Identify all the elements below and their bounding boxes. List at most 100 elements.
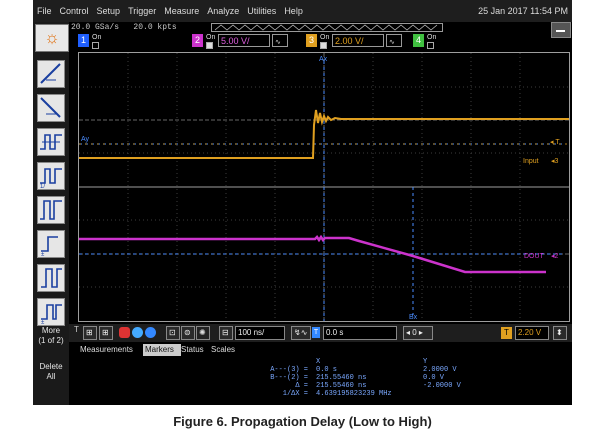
- delete-all-button[interactable]: Delete All: [33, 362, 69, 382]
- window-minimize-button[interactable]: [551, 22, 571, 38]
- falling-edge-trigger-icon[interactable]: [37, 94, 65, 122]
- pattern-trigger-icon[interactable]: ±: [37, 298, 65, 326]
- delete-all-label: All: [46, 372, 56, 381]
- delete-label: Delete: [39, 362, 63, 371]
- delay-stepper[interactable]: ◂ 0 ▸: [403, 326, 433, 340]
- waveform-mode-icon[interactable]: ↯∿: [291, 326, 311, 340]
- setup-hold-trigger-icon[interactable]: [37, 196, 65, 224]
- channel-2-state: On: [206, 34, 216, 41]
- channel-2-coupling-icon[interactable]: ∿: [272, 34, 288, 47]
- figure-caption: Figure 6. Propagation Delay (Low to High…: [173, 414, 432, 429]
- autoscale-button[interactable]: ⊡: [166, 326, 180, 340]
- channel-1-checkbox[interactable]: [92, 42, 99, 49]
- waveform-svg: Ay Ax Bx Input ◂3 DOUT ◂2 ◂ T: [79, 53, 569, 321]
- trigger-level[interactable]: 2.20 V: [515, 326, 549, 340]
- trigger-sidebar: ☼ 1/ ± ± More (1 of 2) Delete All: [33, 22, 69, 405]
- channel-4-number: 4: [413, 34, 424, 47]
- waveform-display[interactable]: Ay Ax Bx Input ◂3 DOUT ◂2 ◂ T: [78, 52, 570, 322]
- marker-b-label: B---(2) =: [270, 374, 308, 382]
- channel-3-number: 3: [306, 34, 317, 47]
- trigger-marker-label: T: [555, 139, 560, 146]
- marker-b-x: 215.55460 ns: [316, 374, 367, 382]
- ay-label: Ay: [81, 136, 90, 143]
- tab-scales[interactable]: Scales: [209, 344, 241, 356]
- marker-b-y: 0.0 V: [423, 374, 445, 382]
- timebase-adjust-button[interactable]: ⊟: [219, 326, 233, 340]
- channel-1-state: On: [92, 34, 102, 41]
- menu-utilities[interactable]: Utilities: [243, 0, 280, 22]
- brightness-icon[interactable]: ✺: [196, 326, 210, 340]
- window-trigger-icon[interactable]: [37, 264, 65, 292]
- dout-channel-number: 2: [555, 253, 559, 260]
- menu-control[interactable]: Control: [56, 0, 93, 22]
- delay-indicator-icon: T: [312, 327, 320, 338]
- brightness-button[interactable]: ☼: [35, 24, 69, 52]
- memory-depth: 20.0 kpts: [133, 23, 177, 32]
- marker-a-label: A---(3) =: [270, 366, 308, 374]
- channel-4-checkbox[interactable]: [427, 42, 434, 49]
- marker-delta-y: -2.0000 V: [423, 382, 461, 390]
- menu-file[interactable]: File: [33, 0, 56, 22]
- marker-inverse-delta-x: 4.639195823239 MHz: [316, 390, 392, 398]
- markers-header: X Y: [78, 358, 572, 366]
- more-button[interactable]: More (1 of 2): [33, 326, 69, 346]
- marker-a-y: 2.0000 V: [423, 366, 457, 374]
- svg-text:±: ±: [41, 320, 45, 325]
- info-tabs: Measurements Markers Status Scales: [78, 344, 572, 356]
- channel-2-checkbox[interactable]: [206, 42, 213, 49]
- menu-analyze[interactable]: Analyze: [203, 0, 243, 22]
- menu-measure[interactable]: Measure: [160, 0, 203, 22]
- sample-rate: 20.0 GSa/s: [71, 23, 120, 32]
- channel-2-scale[interactable]: 5.00 V/: [218, 34, 270, 47]
- trigger-channel-badge: T: [501, 327, 512, 339]
- stop-button[interactable]: [119, 327, 130, 338]
- dout-channel-marker: ◂2: [551, 253, 559, 260]
- channel-3-checkbox[interactable]: [320, 42, 327, 49]
- pulse-width-trigger-icon[interactable]: [37, 128, 65, 156]
- trigger-level-stepper[interactable]: ⬍: [553, 326, 567, 340]
- menu-trigger[interactable]: Trigger: [124, 0, 160, 22]
- run-mode-t-label: T: [74, 325, 79, 334]
- menu-setup[interactable]: Setup: [93, 0, 125, 22]
- tab-measurements[interactable]: Measurements: [78, 344, 145, 356]
- marker-delta-x: 215.55460 ns: [316, 382, 367, 390]
- channel-3-state: On: [320, 34, 330, 41]
- input-label: Input: [523, 158, 539, 165]
- tab-markers[interactable]: Markers: [143, 344, 181, 356]
- ax-label: Ax: [319, 56, 328, 63]
- marker-row-inverse-delta: 1/ΔX = 4.639195823239 MHz: [78, 390, 572, 398]
- marker-inverse-delta-label: 1/ΔX =: [282, 390, 308, 398]
- date-time: 25 Jan 2017 11:54 PM: [478, 6, 568, 16]
- acquisition-info: 20.0 GSa/s 20.0 kpts: [71, 22, 177, 33]
- tab-status[interactable]: Status: [179, 344, 211, 356]
- input-channel-marker: ◂3: [551, 158, 559, 165]
- input-channel-number: 3: [555, 158, 559, 165]
- more-label: More: [41, 326, 61, 335]
- channel-3-scale[interactable]: 2.00 V/: [332, 34, 384, 47]
- run-button[interactable]: [145, 327, 156, 338]
- zoom-grid-button[interactable]: ⊞: [83, 326, 97, 340]
- single-button[interactable]: [132, 327, 143, 338]
- menu-help[interactable]: Help: [280, 0, 307, 22]
- transition-trigger-icon[interactable]: ±: [37, 230, 65, 258]
- channel-1-number: 1: [78, 34, 89, 47]
- sun-icon: ☼: [44, 28, 60, 47]
- marker-delta-label: Δ =: [295, 382, 308, 390]
- runt-trigger-icon[interactable]: 1/: [37, 162, 65, 190]
- timebase-bar: T ⊞ ⊞ ⊡ ⊜ ✺ ⊟ 100 ns/ ↯∿ T 0.0 s ◂ 0 ▸ T…: [69, 324, 572, 342]
- channel-3-coupling-icon[interactable]: ∿: [386, 34, 402, 47]
- timebase-scale[interactable]: 100 ns/: [235, 326, 285, 340]
- rising-edge-trigger-icon[interactable]: [37, 60, 65, 88]
- zoom-grid-button-2[interactable]: ⊞: [99, 326, 113, 340]
- markers-header-y: Y: [423, 358, 428, 366]
- oscilloscope-screen: File Control Setup Trigger Measure Analyze Uti…: [33, 0, 572, 405]
- marker-a-x: 0.0 s: [316, 366, 338, 374]
- trigger-level-marker: ◂ T: [550, 139, 560, 146]
- measure-button[interactable]: ⊜: [181, 326, 195, 340]
- svg-text:±: ±: [41, 252, 45, 257]
- channel-4-state: On: [427, 34, 437, 41]
- channel-2-number: 2: [192, 34, 203, 47]
- svg-text:1/: 1/: [40, 184, 45, 189]
- timebase-delay[interactable]: 0.0 s: [323, 326, 397, 340]
- marker-row-a: A---(3) = 0.0 s 2.0000 V: [78, 366, 572, 374]
